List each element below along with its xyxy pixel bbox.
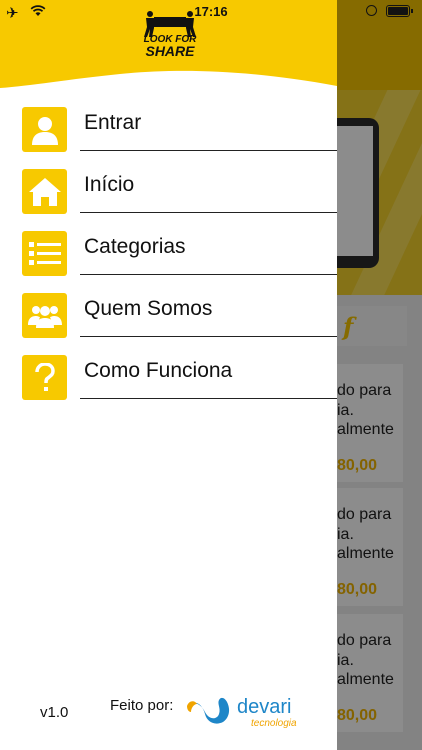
menu-item-quem-somos[interactable]: Quem Somos bbox=[0, 278, 337, 340]
drawer-header: ✈ 17:16 LOOK FOR SHARE bbox=[0, 0, 337, 88]
made-by-label: Feito por: bbox=[110, 697, 174, 714]
divider bbox=[80, 274, 337, 275]
home-icon bbox=[22, 169, 67, 214]
team-icon bbox=[22, 293, 67, 338]
menu-item-como-funciona[interactable]: Como Funciona bbox=[0, 340, 337, 402]
divider bbox=[80, 212, 337, 213]
side-drawer: ✈ 17:16 LOOK FOR SHARE Entrar Início Cat… bbox=[0, 0, 337, 750]
devari-company-name[interactable]: devari bbox=[237, 696, 291, 719]
menu-item-categorias[interactable]: Categorias bbox=[0, 216, 337, 278]
devari-tagline: tecnologia bbox=[251, 718, 297, 729]
drawer-menu: Entrar Início Categorias Quem Somos Como… bbox=[0, 92, 337, 402]
user-icon bbox=[22, 107, 67, 152]
divider bbox=[80, 336, 337, 337]
app-version: v1.0 bbox=[40, 704, 69, 721]
question-icon bbox=[22, 355, 67, 400]
divider bbox=[80, 398, 337, 399]
menu-item-entrar[interactable]: Entrar bbox=[0, 92, 337, 154]
divider bbox=[80, 150, 337, 151]
status-time: 17:16 bbox=[194, 4, 228, 19]
menu-item-inicio[interactable]: Início bbox=[0, 154, 337, 216]
devari-logo-icon[interactable] bbox=[185, 686, 233, 728]
look-for-share-logo: LOOK FOR SHARE bbox=[138, 10, 202, 60]
list-icon bbox=[22, 231, 67, 276]
